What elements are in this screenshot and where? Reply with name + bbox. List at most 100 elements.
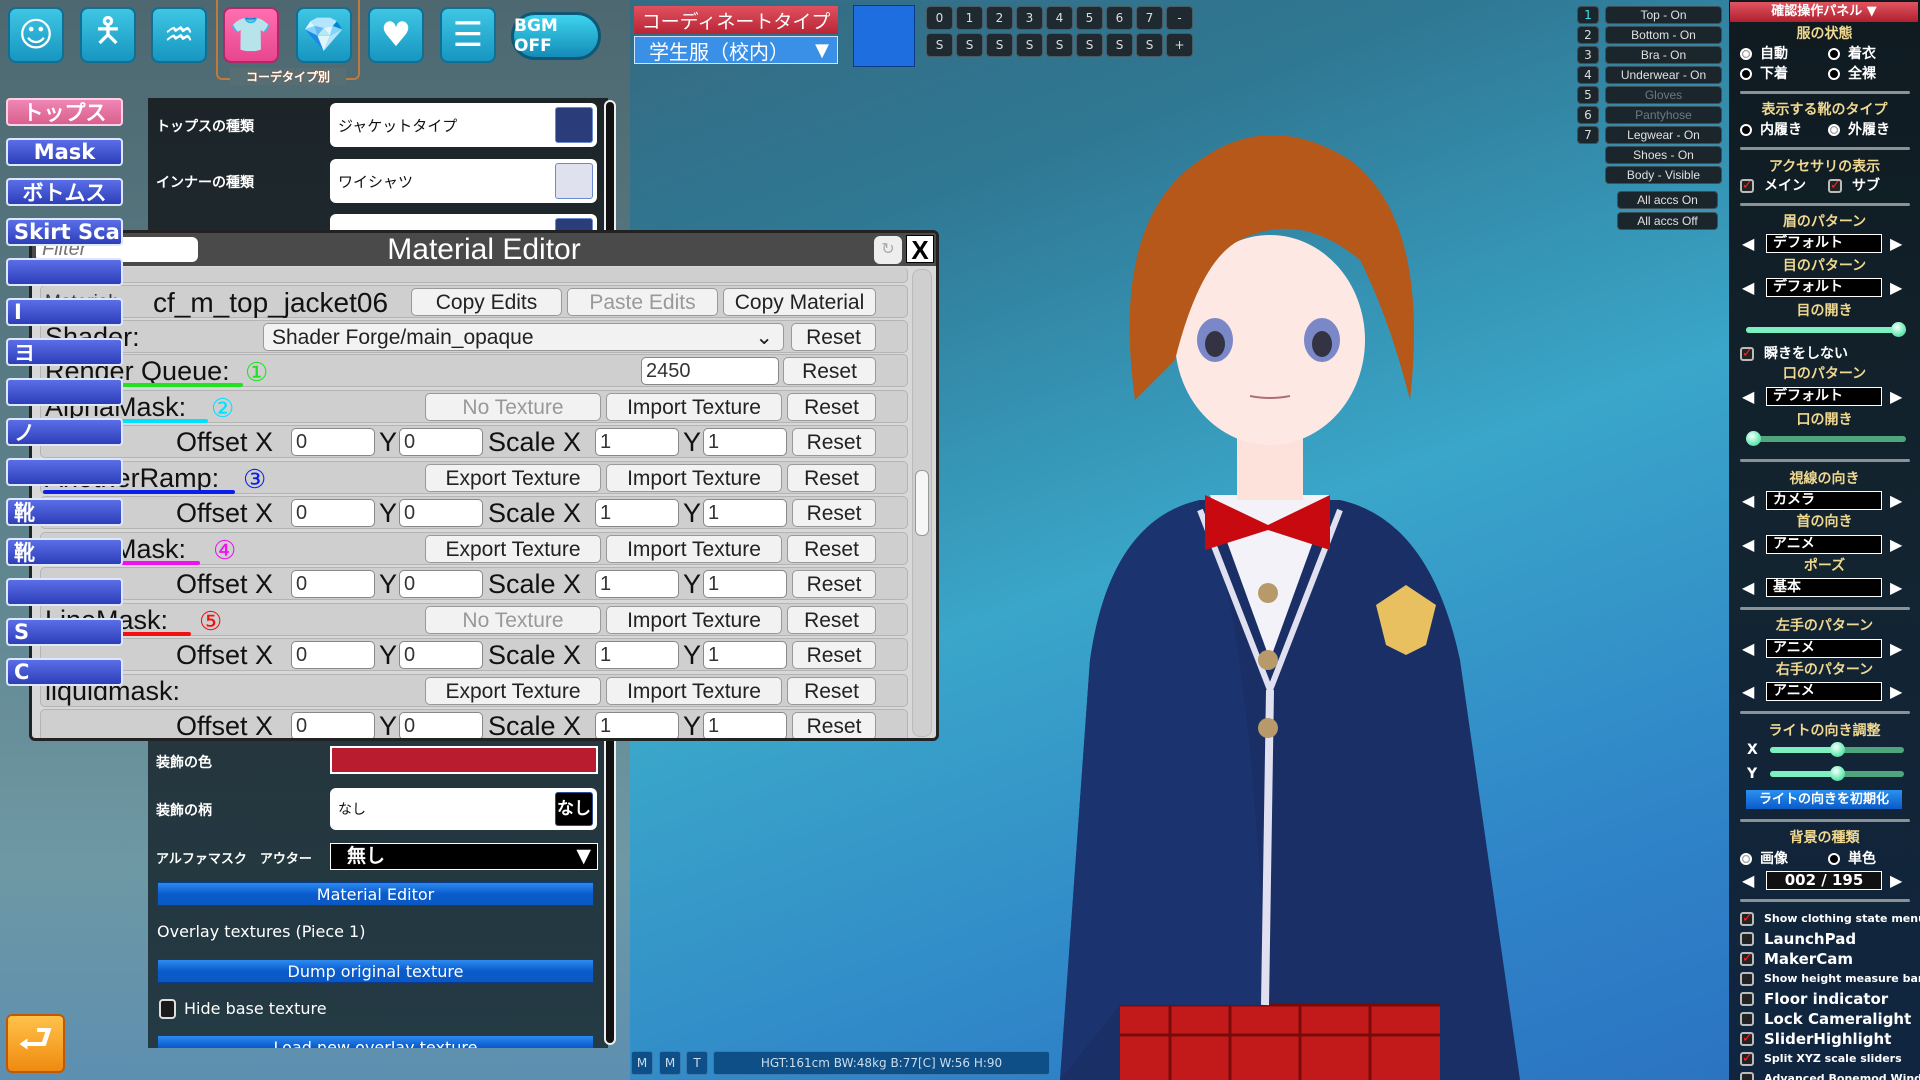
toolbar-face-button[interactable]: ☺ xyxy=(8,7,64,63)
light-x-slider-handle[interactable] xyxy=(1830,742,1845,757)
eye-pattern-prev-button[interactable]: ◀ xyxy=(1742,278,1754,297)
sidebar-item[interactable]: ノ xyxy=(6,418,123,446)
slot-button[interactable]: 1 xyxy=(956,6,983,30)
clothing-slot-number[interactable]: 6 xyxy=(1577,106,1599,124)
sidebar-item[interactable]: 靴 xyxy=(6,498,123,526)
import-texture-button[interactable]: Import Texture xyxy=(606,464,782,492)
sidebar-item[interactable] xyxy=(6,578,123,606)
slot-button[interactable]: S xyxy=(1136,33,1163,57)
sidebar-item[interactable]: Mask xyxy=(6,138,123,166)
export-texture-button[interactable]: Export Texture xyxy=(425,535,601,563)
sidebar-item[interactable] xyxy=(6,458,123,486)
scale-reset-button[interactable]: Reset xyxy=(792,428,876,456)
slot-button[interactable]: S xyxy=(986,33,1013,57)
status-bar-button[interactable]: M xyxy=(631,1051,653,1075)
shader-dropdown[interactable]: Shader Forge/main_opaque ⌄ xyxy=(263,323,784,351)
eyebrow-pattern-next-button[interactable]: ▶ xyxy=(1890,234,1902,253)
slot-button[interactable]: 3 xyxy=(1016,6,1043,30)
shoe-outdoor-radio[interactable] xyxy=(1828,124,1840,136)
import-texture-button[interactable]: Import Texture xyxy=(606,393,782,421)
clothing-slot-number[interactable]: 2 xyxy=(1577,26,1599,44)
eyebrow-pattern-prev-button[interactable]: ◀ xyxy=(1742,234,1754,253)
mouth-pattern-prev-button[interactable]: ◀ xyxy=(1742,387,1754,406)
sidebar-item[interactable]: ボトムス xyxy=(6,178,123,206)
texture-reset-button[interactable]: Reset xyxy=(787,677,876,705)
toolbar-body-button[interactable]: 🯅 xyxy=(80,7,136,63)
toolbar-clothes-button[interactable]: 👕 xyxy=(223,7,279,63)
sidebar-item[interactable]: C xyxy=(6,658,123,686)
import-texture-button[interactable]: Import Texture xyxy=(606,535,782,563)
scale-reset-button[interactable]: Reset xyxy=(792,570,876,598)
all-accessories-on-button[interactable]: All accs On xyxy=(1617,191,1718,209)
option-makercam-checkbox[interactable]: ✓ xyxy=(1740,952,1754,966)
slot-button[interactable]: S xyxy=(926,33,953,57)
slot-button[interactable]: 4 xyxy=(1046,6,1073,30)
scale-y-input[interactable]: 1 xyxy=(703,428,787,456)
toolbar-heart-button[interactable]: ♥ xyxy=(368,7,424,63)
all-accessories-off-button[interactable]: All accs Off xyxy=(1617,212,1718,230)
eye-pattern-next-button[interactable]: ▶ xyxy=(1890,278,1902,297)
clothing-toggle-button[interactable]: Legwear - On xyxy=(1605,126,1722,144)
scale-y-input[interactable]: 1 xyxy=(703,712,787,738)
render-queue-reset-button[interactable]: Reset xyxy=(783,357,876,385)
coordinate-type-dropdown[interactable]: 学生服（校内） ▼ xyxy=(634,36,838,64)
slot-button[interactable]: S xyxy=(1046,33,1073,57)
texture-reset-button[interactable]: Reset xyxy=(787,393,876,421)
shader-reset-button[interactable]: Reset xyxy=(791,323,876,351)
editor-scrollbar[interactable] xyxy=(912,269,932,737)
clothing-dressed-radio[interactable] xyxy=(1828,48,1840,60)
offset-y-input[interactable]: 0 xyxy=(399,499,483,527)
offset-x-input[interactable]: 0 xyxy=(291,499,375,527)
option-show-clothing-state-menu-checkbox[interactable]: ✓ xyxy=(1740,912,1754,926)
neck-direction-prev-button[interactable]: ◀ xyxy=(1742,535,1754,554)
toolbar-accessory-button[interactable]: 💎 xyxy=(296,7,352,63)
accessory-sub-checkbox[interactable]: ✓ xyxy=(1828,179,1842,193)
offset-y-input[interactable]: 0 xyxy=(399,428,483,456)
refresh-button[interactable]: ↻ xyxy=(874,236,902,264)
back-button[interactable]: ⮐ xyxy=(6,1014,65,1073)
clothing-toggle-button[interactable]: Shoes - On xyxy=(1605,146,1722,164)
copy-material-button[interactable]: Copy Material xyxy=(723,288,876,316)
scale-reset-button[interactable]: Reset xyxy=(792,499,876,527)
clothing-toggle-button[interactable]: Gloves xyxy=(1605,86,1722,104)
sidebar-item[interactable]: ヨ xyxy=(6,338,123,366)
inner-type-selector[interactable]: ワイシャツ xyxy=(330,159,597,203)
slot-button[interactable]: S xyxy=(1106,33,1133,57)
hide-base-texture-checkbox[interactable] xyxy=(159,999,176,1019)
eye-open-slider[interactable] xyxy=(1746,322,1906,337)
accessory-main-checkbox[interactable]: ✓ xyxy=(1740,179,1754,193)
status-bar-button[interactable]: M xyxy=(659,1051,681,1075)
background-image-radio[interactable] xyxy=(1740,853,1752,865)
toolbar-hair-button[interactable]: ♒ xyxy=(151,7,207,63)
left-hand-pattern-prev-button[interactable]: ◀ xyxy=(1742,639,1754,658)
paste-edits-button[interactable]: Paste Edits xyxy=(567,288,718,316)
clothing-toggle-button[interactable]: Top - On xyxy=(1605,6,1722,24)
gaze-direction-prev-button[interactable]: ◀ xyxy=(1742,491,1754,510)
material-editor-button[interactable]: Material Editor xyxy=(157,882,594,906)
right-hand-pattern-next-button[interactable]: ▶ xyxy=(1890,682,1902,701)
clothing-nude-radio[interactable] xyxy=(1828,68,1840,80)
scale-x-input[interactable]: 1 xyxy=(595,570,679,598)
mouth-pattern-next-button[interactable]: ▶ xyxy=(1890,387,1902,406)
mouth-open-slider-handle[interactable] xyxy=(1746,431,1761,446)
decoration-pattern-selector[interactable]: なし なし xyxy=(330,788,597,830)
sidebar-item[interactable]: 靴 xyxy=(6,538,123,566)
clothing-toggle-button[interactable]: Pantyhose xyxy=(1605,106,1722,124)
scale-reset-button[interactable]: Reset xyxy=(792,712,876,738)
slot-button[interactable]: 7 xyxy=(1136,6,1163,30)
scale-y-input[interactable]: 1 xyxy=(703,641,787,669)
shoe-indoor-radio[interactable] xyxy=(1740,124,1752,136)
clothing-slot-number[interactable]: 4 xyxy=(1577,66,1599,84)
slot-button[interactable]: 6 xyxy=(1106,6,1133,30)
sidebar-item[interactable] xyxy=(6,378,123,406)
load-overlay-texture-button[interactable]: Load new overlay texture xyxy=(157,1035,594,1048)
confirm-panel-header[interactable]: 確認操作パネル ▼ xyxy=(1730,2,1918,22)
light-x-slider[interactable] xyxy=(1770,742,1904,757)
clothing-slot-number[interactable]: 7 xyxy=(1577,126,1599,144)
copy-edits-button[interactable]: Copy Edits xyxy=(411,288,562,316)
clothing-auto-radio[interactable] xyxy=(1740,48,1752,60)
option-sliderhighlight-checkbox[interactable]: ✓ xyxy=(1740,1032,1754,1046)
clothing-slot-number[interactable]: 1 xyxy=(1577,6,1599,24)
slot-button[interactable]: 2 xyxy=(986,6,1013,30)
offset-x-input[interactable]: 0 xyxy=(291,428,375,456)
